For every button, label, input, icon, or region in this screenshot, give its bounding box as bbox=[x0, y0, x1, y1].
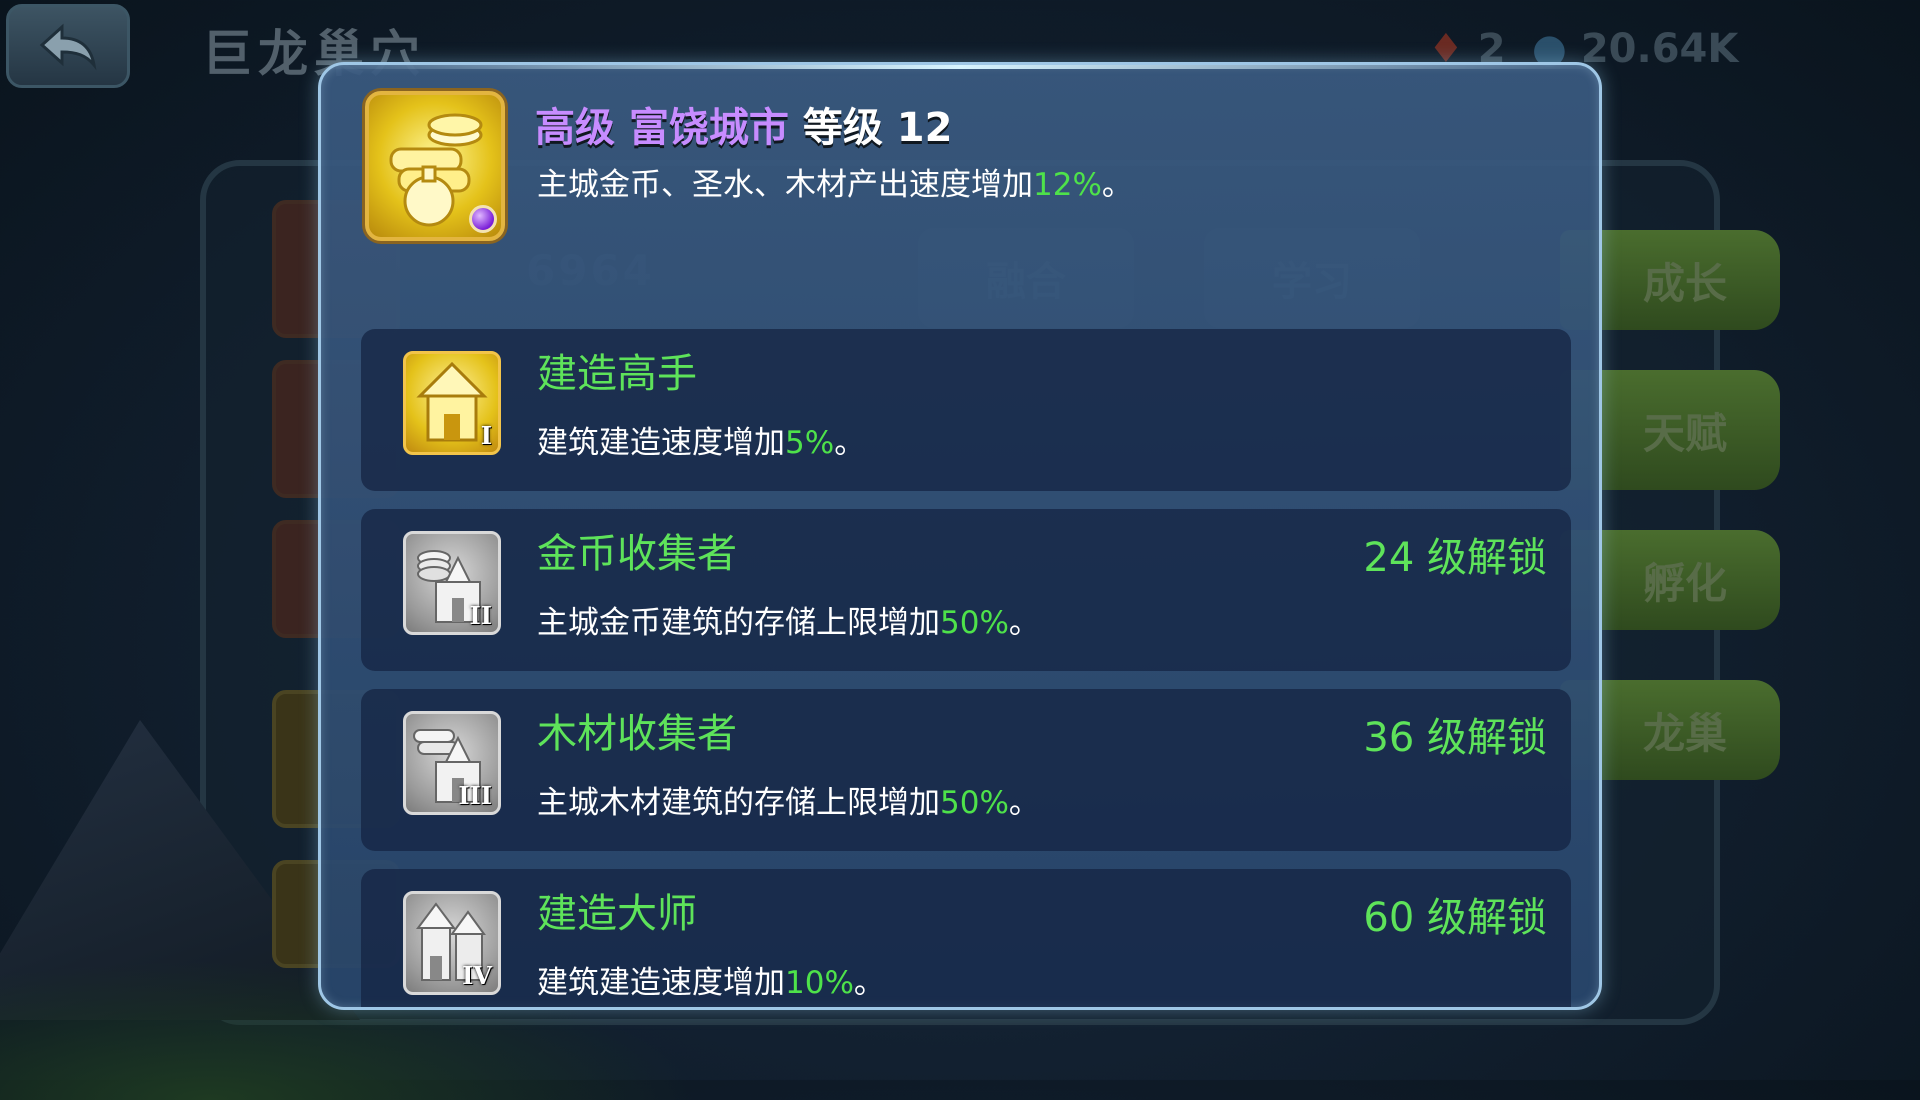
tier-numeral: I bbox=[480, 421, 492, 450]
talent-level: 等级 12 bbox=[802, 105, 953, 151]
talent-rank: 高级 bbox=[535, 105, 615, 151]
sub-talent-description: 主城木材建筑的存储上限增加50%。 bbox=[537, 785, 1040, 821]
purple-gem-icon bbox=[469, 205, 497, 233]
talent-bonus-value: 12% bbox=[1033, 167, 1102, 203]
talent-name: 富饶城市 bbox=[628, 105, 789, 151]
build-tower-icon: I bbox=[403, 351, 501, 455]
talent-title: 高级 富饶城市 等级 12 bbox=[535, 95, 952, 153]
sub-talent-description: 建筑建造速度增加10%。 bbox=[537, 965, 885, 1001]
resources-bundle-icon bbox=[365, 91, 505, 241]
sub-talent-row[interactable]: II 金币收集者 24 级解锁 主城金币建筑的存储上限增加50%。 bbox=[361, 509, 1571, 671]
gold-collector-icon: II bbox=[403, 531, 501, 635]
tier-numeral: III bbox=[458, 781, 492, 810]
back-button[interactable] bbox=[6, 4, 130, 88]
wood-collector-icon: III bbox=[403, 711, 501, 815]
sub-talent-row[interactable]: III 木材收集者 36 级解锁 主城木材建筑的存储上限增加50%。 bbox=[361, 689, 1571, 851]
sub-talent-name: 木材收集者 bbox=[537, 711, 737, 757]
popup-top-glow bbox=[321, 65, 1599, 69]
build-master-icon: IV bbox=[403, 891, 501, 995]
sub-talent-row[interactable]: IV 建造大师 60 级解锁 建筑建造速度增加10%。 bbox=[361, 869, 1571, 1007]
unlock-requirement: 36 级解锁 bbox=[1363, 715, 1547, 761]
sub-talent-name: 建造大师 bbox=[537, 891, 697, 937]
sub-talent-name: 建造高手 bbox=[537, 351, 697, 397]
back-arrow-icon bbox=[39, 23, 97, 71]
sub-talent-description: 主城金币建筑的存储上限增加50%。 bbox=[537, 605, 1040, 641]
talent-description: 主城金币、圣水、木材产出速度增加12%。 bbox=[537, 167, 1133, 203]
sub-talent-row[interactable]: I 建造高手 建筑建造速度增加5%。 bbox=[361, 329, 1571, 491]
sub-talent-description: 建筑建造速度增加5%。 bbox=[537, 425, 866, 461]
sub-talent-name: 金币收集者 bbox=[537, 531, 737, 577]
sub-talent-list: I 建造高手 建筑建造速度增加5%。 II 金币收集者 24 级解锁 主城金币建… bbox=[361, 329, 1571, 1007]
unlock-requirement: 60 级解锁 bbox=[1363, 895, 1547, 941]
talent-detail-popup: 高级 富饶城市 等级 12 主城金币、圣水、木材产出速度增加12%。 I 建造高… bbox=[318, 62, 1602, 1010]
tier-numeral: II bbox=[469, 601, 492, 630]
unlock-requirement: 24 级解锁 bbox=[1363, 535, 1547, 581]
tier-numeral: IV bbox=[462, 961, 492, 990]
